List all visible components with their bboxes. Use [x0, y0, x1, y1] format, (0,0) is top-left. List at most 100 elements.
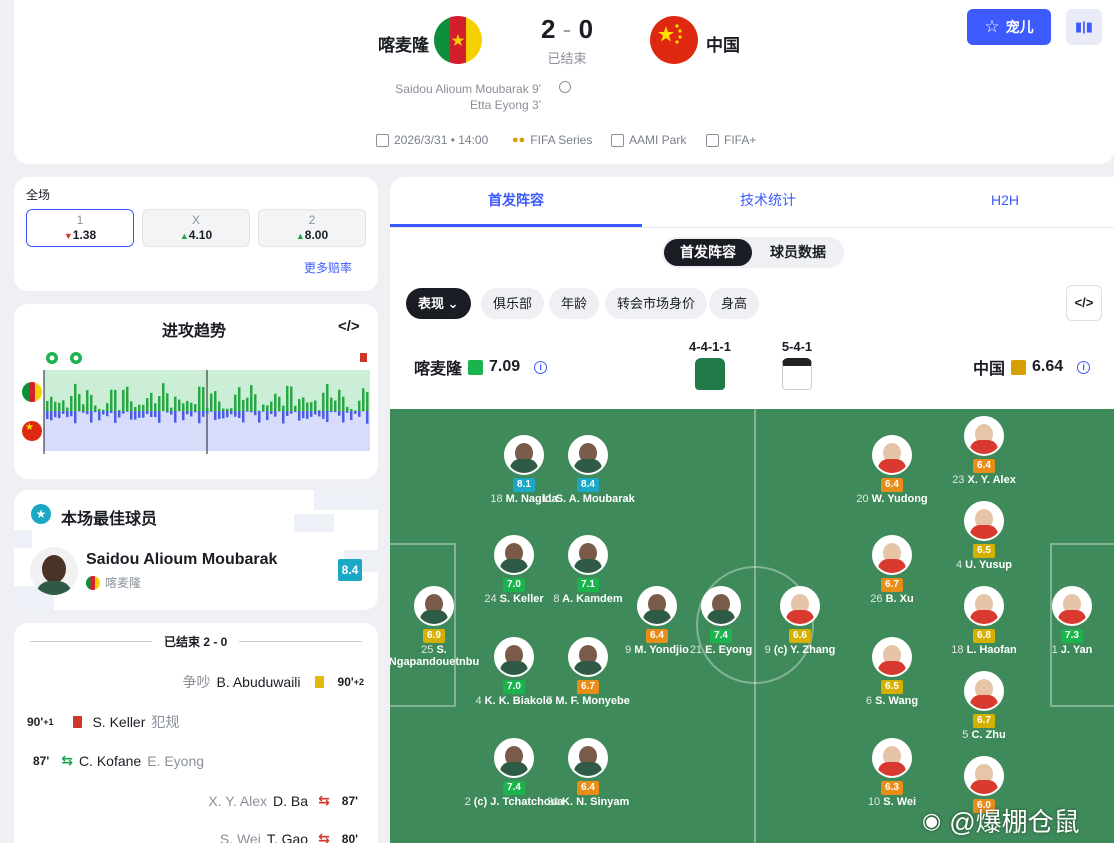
tab-stats[interactable]: 技术统计 — [642, 177, 894, 227]
star-icon: ☆ — [984, 17, 1000, 36]
event-row[interactable]: S. Wei T. Gao ⇆ 80' — [220, 830, 358, 843]
filter-height[interactable]: 身高 — [709, 288, 760, 319]
match-competition[interactable]: ●● FIFA Series — [512, 133, 592, 147]
avatar[interactable] — [30, 547, 78, 595]
embed-code-icon[interactable]: </> — [338, 318, 360, 335]
event-row[interactable]: 87' ⇆ C. Kofane E. Eyong — [33, 752, 204, 769]
momentum-bar — [246, 397, 249, 411]
odds-home-win[interactable]: 1 ▼1.38 — [26, 209, 134, 247]
momentum-bar — [314, 400, 317, 411]
player-rating: 6.4 — [973, 459, 995, 473]
player-rating: 6.5 — [881, 680, 903, 694]
player-name: 11 S. A. Moubarak — [538, 493, 638, 505]
momentum-bar — [202, 387, 205, 411]
layout-toggle-button[interactable]: ▮|▮ — [1066, 9, 1102, 45]
player-marker[interactable]: 7.3 1 J. Yan — [1022, 586, 1114, 656]
formation-text: 4-4-1-1 — [689, 339, 731, 354]
momentum-bar — [130, 401, 133, 411]
event-note: X. Y. Alex — [208, 792, 268, 809]
filter-age[interactable]: 年龄 — [549, 288, 600, 319]
more-odds-link[interactable]: 更多赔率 — [304, 259, 352, 276]
momentum-bar — [286, 385, 289, 411]
filter-market-value[interactable]: 转会市场身价 — [605, 288, 708, 319]
player-marker[interactable]: 6.4 23 X. Y. Alex — [934, 416, 1034, 486]
momentum-bar — [86, 390, 89, 411]
event-row[interactable]: 争吵 B. Abuduwaili 90' +2 — [182, 672, 364, 692]
player-rating: 6.7 — [577, 680, 599, 694]
goal-icon — [559, 81, 571, 93]
momentum-bar — [326, 411, 329, 422]
player-avatar — [494, 738, 534, 778]
event-extra-time: +1 — [43, 717, 54, 727]
player-marker[interactable]: 6.5 4 U. Yusup — [934, 501, 1034, 571]
momentum-bar — [334, 400, 337, 411]
momentum-bar — [106, 403, 109, 411]
segment-lineup[interactable]: 首发阵容 — [664, 239, 752, 266]
football-pitch: 6.9 25 S. Ngapandouetnbu 7.0 24 S. Keller 7.… — [390, 409, 1114, 843]
player-rating: 6.7 — [973, 714, 995, 728]
tab-h2h[interactable]: H2H — [880, 177, 1114, 227]
player-avatar — [494, 535, 534, 575]
momentum-bar — [366, 392, 369, 411]
momentum-bar — [130, 411, 133, 420]
china-flag-icon[interactable] — [650, 16, 698, 64]
player-name-text: U. Yusup — [965, 559, 1013, 571]
momentum-bar — [342, 396, 345, 411]
momentum-bar — [62, 400, 65, 411]
momentum-bar — [94, 411, 97, 413]
away-team-rating[interactable]: 中国 6.64 i — [973, 355, 1091, 379]
event-row[interactable]: X. Y. Alex D. Ba ⇆ 87' — [208, 792, 358, 809]
player-name-text: M. F. Monyebe — [555, 695, 630, 707]
player-marker[interactable]: 6.5 6 S. Wang — [842, 637, 942, 707]
momentum-bar — [174, 411, 177, 423]
momentum-bar — [350, 411, 353, 420]
momentum-bar — [238, 411, 241, 419]
odds-draw[interactable]: X ▲4.10 — [142, 209, 250, 247]
segment-player-stats[interactable]: 球员数据 — [754, 239, 842, 266]
odds-away-win[interactable]: 2 ▲8.00 — [258, 209, 366, 247]
cameroon-flag-icon — [86, 575, 100, 590]
momentum-bar — [142, 411, 145, 418]
home-team-name[interactable]: 喀麦隆 — [378, 31, 429, 56]
match-broadcast[interactable]: FIFA+ — [706, 133, 756, 147]
momentum-bar — [226, 411, 229, 418]
info-icon[interactable]: i — [1077, 360, 1091, 374]
player-marker[interactable]: 6.7 5 C. Zhu — [934, 671, 1034, 741]
date-text: 2026/3/31 • 14:00 — [394, 133, 489, 147]
player-marker[interactable]: 6.4 20 W. Yudong — [842, 435, 942, 505]
momentum-bar — [190, 411, 193, 417]
momentum-bar — [334, 411, 337, 413]
momentum-bar — [90, 411, 93, 423]
player-avatar — [964, 756, 1004, 796]
chevron-down-icon: ⌄ — [447, 296, 459, 311]
player-marker[interactable]: 6.7 26 B. Xu — [842, 535, 942, 605]
player-avatar — [414, 586, 454, 626]
filter-club[interactable]: 俱乐部 — [481, 288, 545, 319]
away-team-name[interactable]: 中国 — [706, 31, 740, 56]
best-player-name[interactable]: Saidou Alioum Moubarak — [86, 551, 277, 569]
player-number: 1 — [1051, 644, 1058, 656]
follow-button[interactable]: ☆ 宠儿 — [967, 9, 1051, 45]
momentum-bar — [286, 411, 289, 416]
stadium-icon — [611, 133, 624, 147]
home-team-rating[interactable]: 喀麦隆 7.09 i — [414, 355, 548, 379]
player-marker[interactable]: 6.4 20 K. N. Sinyam — [538, 738, 638, 808]
player-marker[interactable]: 6.6 9 (c) Y. Zhang — [750, 586, 850, 656]
home-formation: 4-4-1-1 — [680, 339, 740, 390]
momentum-bar — [234, 394, 237, 411]
momentum-bar — [186, 400, 189, 411]
cameroon-flag-icon[interactable] — [434, 16, 482, 64]
player-name: 5 C. Zhu — [934, 729, 1034, 741]
tab-lineup[interactable]: 首发阵容 — [390, 177, 642, 227]
match-venue[interactable]: AAMI Park — [611, 133, 686, 147]
info-icon[interactable]: i — [534, 360, 548, 374]
filter-performance[interactable]: 表现 ⌄ — [406, 288, 471, 319]
lineup-panel: 首发阵容 技术统计 H2H 首发阵容 球员数据 表现 ⌄ 俱乐部 年龄 转会市场… — [390, 177, 1114, 843]
player-marker[interactable]: 6.8 18 L. Haofan — [934, 586, 1034, 656]
momentum-bar — [46, 411, 49, 419]
player-marker[interactable]: 6.3 10 S. Wei — [842, 738, 942, 808]
embed-code-button[interactable]: </> — [1066, 285, 1102, 321]
event-row[interactable]: 90' +1 S. Keller 犯规 — [27, 712, 179, 732]
rating-square — [468, 359, 484, 375]
player-marker[interactable]: 8.4 11 S. A. Moubarak — [538, 435, 638, 505]
